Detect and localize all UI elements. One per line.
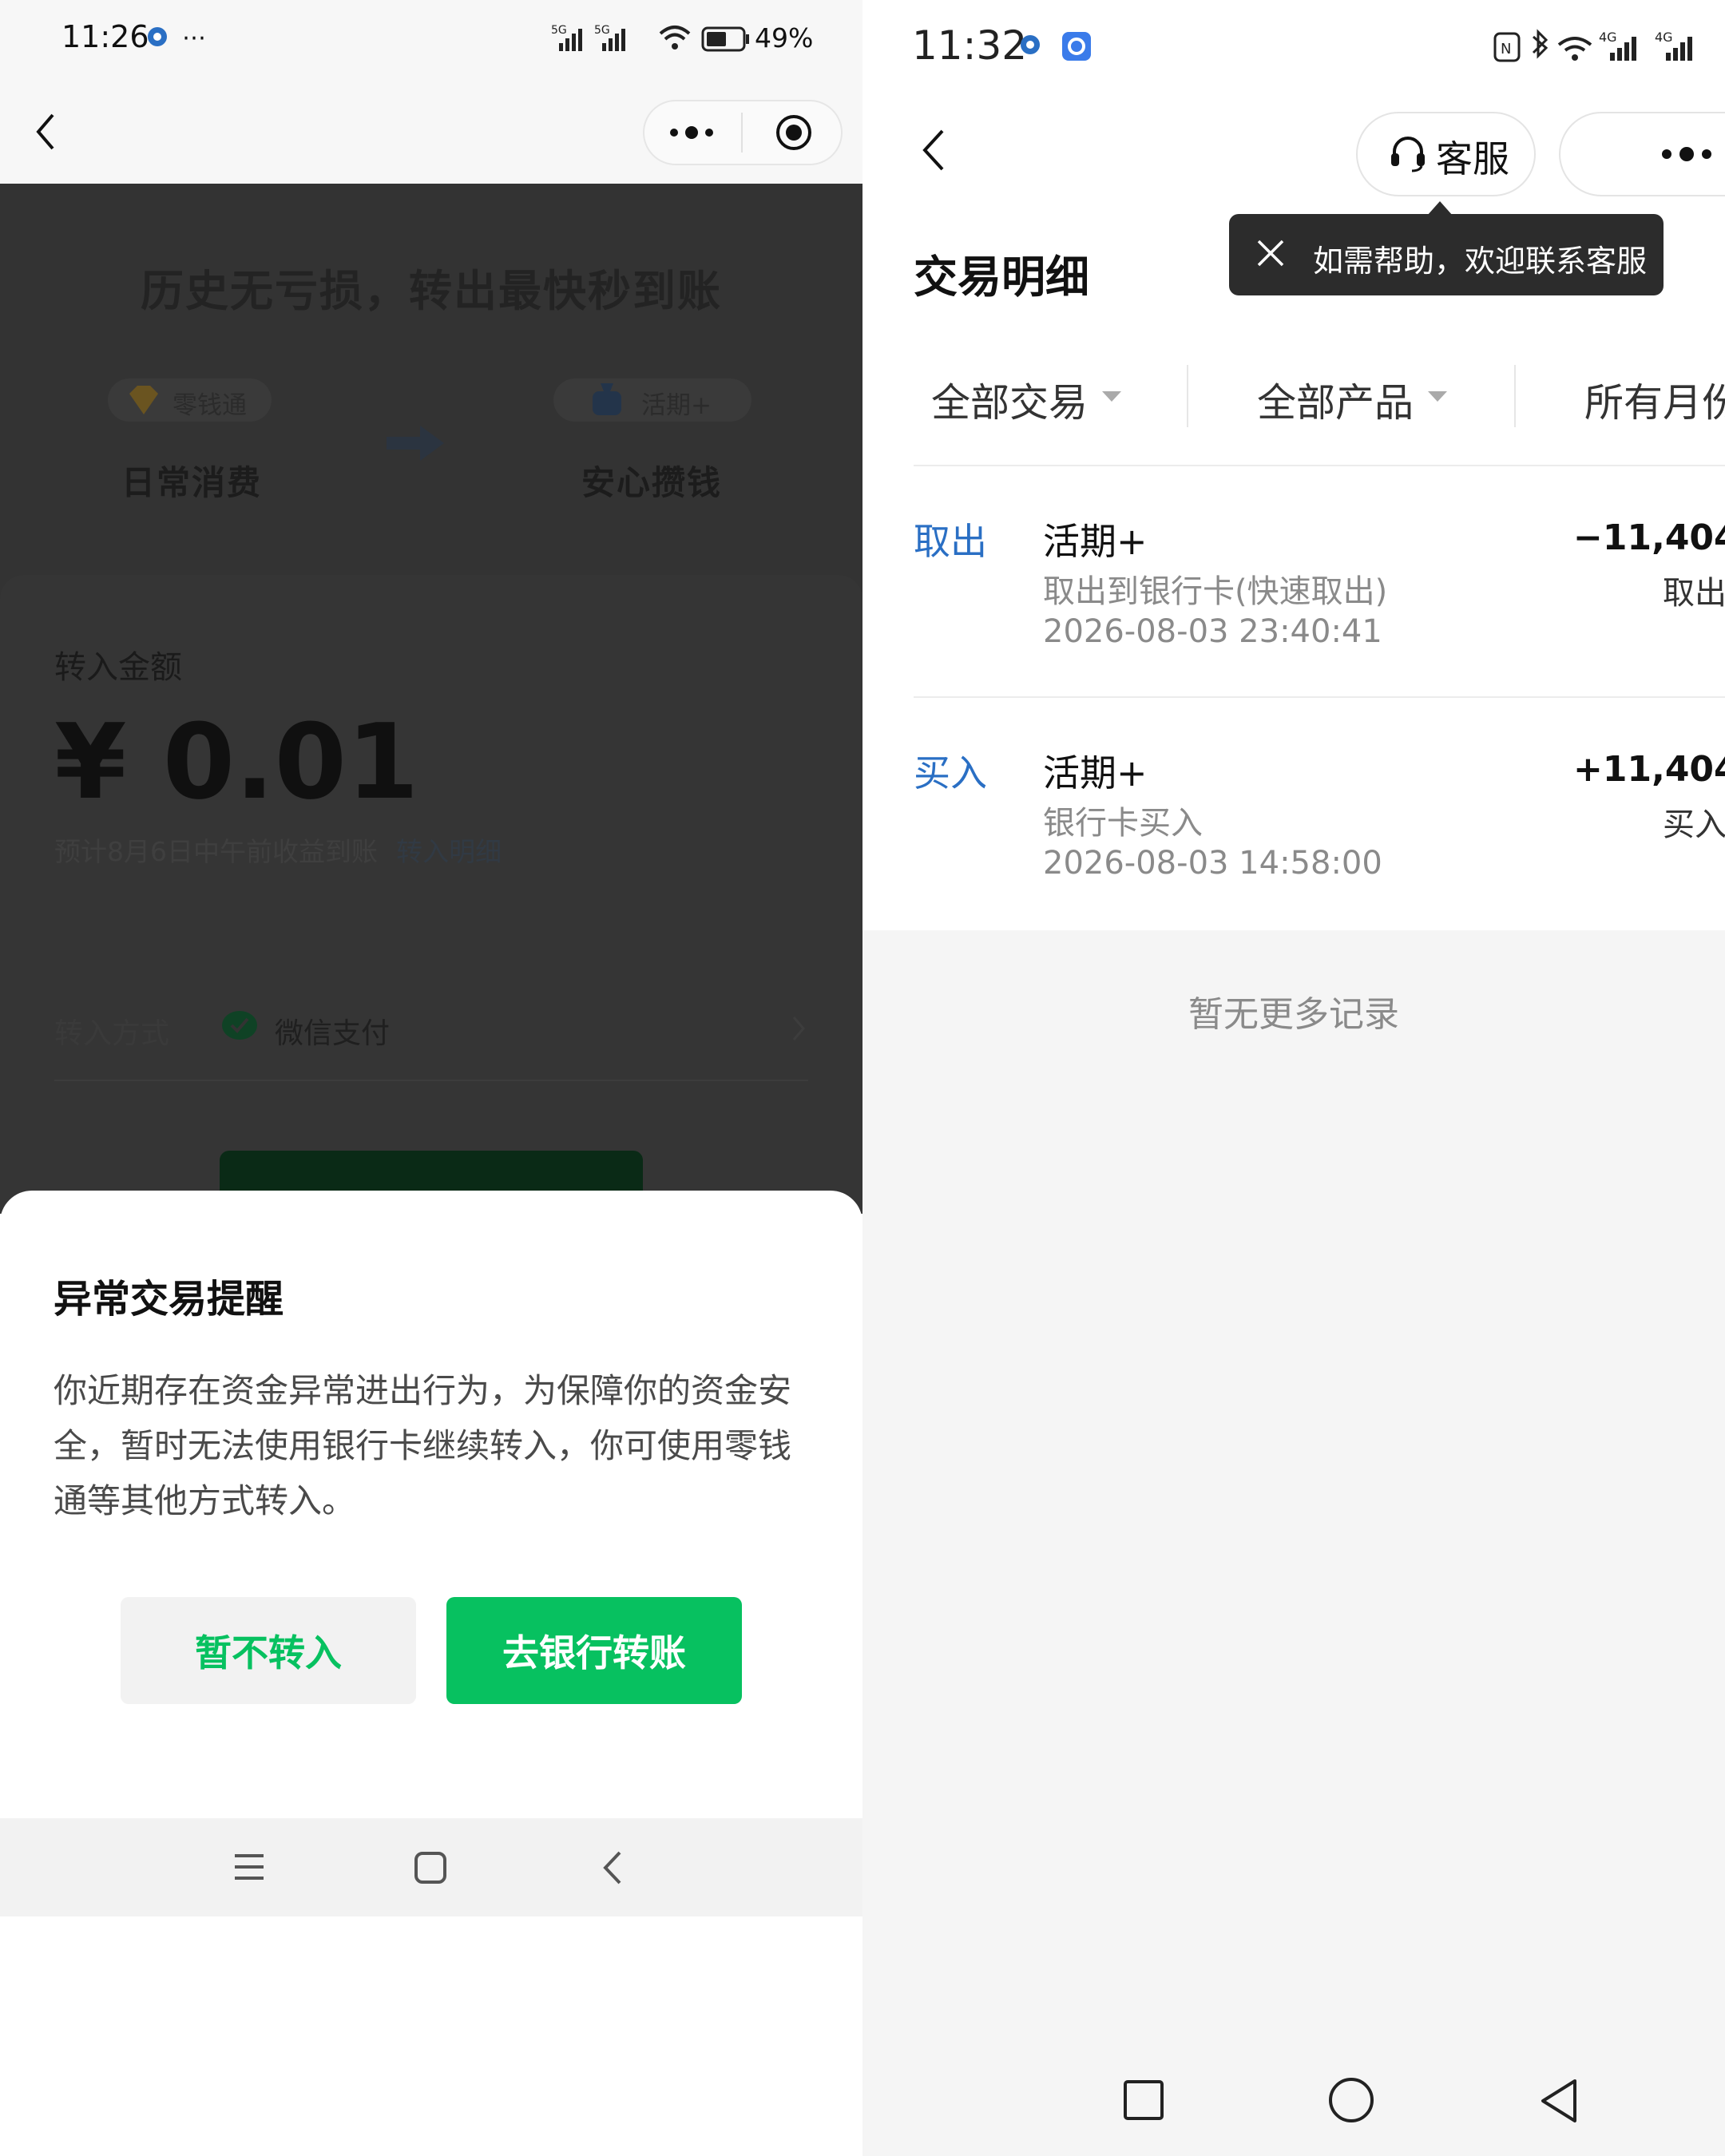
chevron-right-icon[interactable] [791,1014,807,1043]
from-tag: 零钱通 [172,391,247,420]
alert-title: 异常交易提醒 [54,1277,284,1322]
transfer-detail-link[interactable]: 转入明细 [396,836,502,867]
card-divider [54,1080,808,1081]
transaction-datetime: 2026-08-03 23:40:41 [1043,613,1382,650]
transaction-amount: −11,404.5 [1573,517,1725,558]
go-bank-transfer-button[interactable]: 去银行转账 [446,1597,742,1704]
tooltip-pointer [1427,201,1453,216]
transaction-tag: 取出 [1663,575,1725,612]
signal-icon: 5G 5G [551,22,647,54]
home-circle-icon[interactable] [1327,2076,1375,2124]
menu-icon[interactable] [233,1853,265,1881]
svg-text:N: N [1501,41,1511,57]
cancel-button[interactable]: 暂不转入 [121,1597,416,1704]
customer-service-label: 客服 [1436,137,1509,180]
svg-text:4G: 4G [1599,30,1617,45]
battery-icon [701,26,751,52]
transaction-desc: 银行卡买入 [1043,805,1203,842]
status-icons: N 4G 4G [1492,29,1725,65]
overflow-dots-icon: ⋯ [182,24,206,52]
notification-icon [146,26,169,48]
status-time: 11:32 [912,22,1028,69]
svg-text:4G: 4G [1655,30,1673,45]
transaction-desc: 取出到银行卡(快速取出) [1043,573,1388,610]
headset-icon [1390,134,1426,174]
method-value[interactable]: 微信支付 [275,1010,390,1052]
left-screen: 11:26 ⋯ 5G 5G 49% 历史无亏损，转出最快秒到账 零钱通 日常消费 [0,0,862,2156]
transaction-product: 活期+ [1043,520,1148,563]
alert-body: 你近期存在资金异常进出行为，为保障你的资金安全，暂时无法使用银行卡继续转入，你可… [54,1371,792,1520]
diamond-icon [126,384,161,416]
to-tag: 活期+ [641,391,712,420]
method-label: 转入方式 [54,1017,170,1050]
list-item[interactable] [914,698,1725,929]
recents-square-icon[interactable] [1123,2079,1164,2121]
app-notification-icon [1061,30,1092,62]
amount-value[interactable]: ¥ 0.01 [54,701,418,822]
bag-icon [589,380,625,417]
close-icon[interactable] [1255,238,1286,268]
dropdown-caret-icon [1102,391,1121,402]
to-label: 安心攒钱 [581,463,723,502]
filter-divider [1187,365,1188,427]
transaction-type: 买入 [914,751,987,795]
arrow-right-icon [383,419,447,467]
page-title: 交易明细 [914,252,1090,303]
back-triangle-icon[interactable] [1538,2078,1580,2124]
svg-text:5G: 5G [594,24,610,37]
wifi-icon [657,24,692,53]
filter-all-months[interactable]: 所有月份 [1584,371,1725,428]
transaction-tag: 买入 [1663,807,1725,843]
target-icon[interactable] [775,113,813,152]
svg-text:5G: 5G [551,24,567,37]
back-icon[interactable] [920,128,947,172]
status-time: 11:26 [61,19,149,54]
help-tooltip-text: 如需帮助，欢迎联系客服 [1313,244,1648,279]
arrival-hint: 预计8月6日中午前收益到账 [54,836,378,867]
wechat-pay-icon [220,1008,259,1043]
filter-divider [1514,365,1516,427]
transaction-amount: +11,404.5 [1573,749,1725,790]
transaction-product: 活期+ [1043,751,1148,795]
filter-all-transactions[interactable]: 全部交易 [931,371,1088,428]
amount-label: 转入金额 [54,649,182,686]
page-headline: 历史无亏损，转出最快秒到账 [141,266,722,316]
capsule-divider [741,113,743,153]
filter-all-products[interactable]: 全部产品 [1257,371,1414,428]
more-dots-icon[interactable] [1661,145,1712,163]
transaction-type: 取出 [914,520,987,563]
right-screen: 11:32 N 4G 4G 客服 交易明细 如需帮助，欢迎联系客服 全部交易 全… [862,0,1725,2156]
battery-percent: 49% [755,22,814,54]
home-square-icon[interactable] [414,1851,447,1885]
back-icon[interactable] [34,112,58,152]
notification-icon [1019,34,1041,56]
more-dots-icon[interactable] [669,124,714,141]
transaction-datetime: 2026-08-03 14:58:00 [1043,845,1382,882]
no-more-records: 暂无更多记录 [1188,994,1399,1035]
dropdown-caret-icon [1428,391,1447,402]
back-icon[interactable] [601,1849,625,1886]
from-label: 日常消费 [121,463,263,502]
